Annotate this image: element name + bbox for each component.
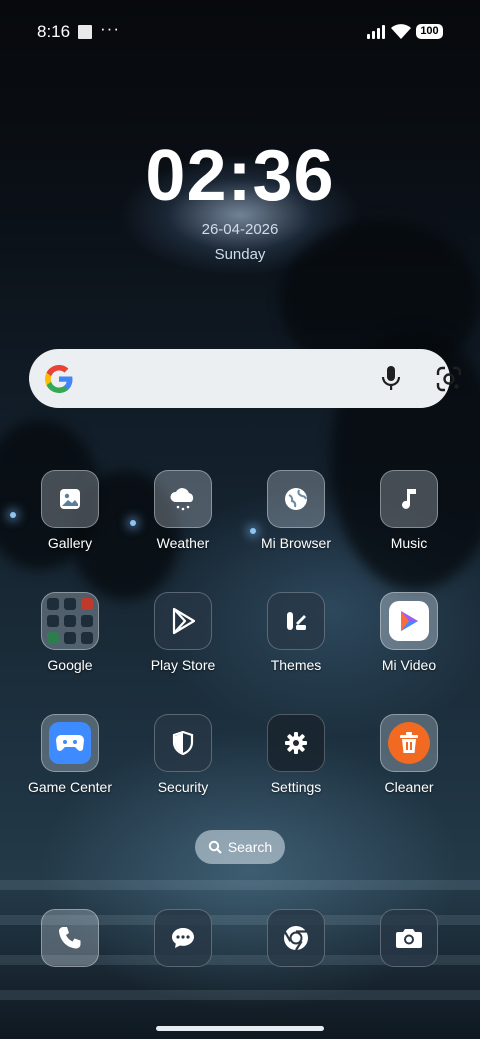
camera-icon [396, 929, 422, 948]
app-search-button[interactable]: Search [195, 830, 285, 864]
app-security[interactable]: Security [127, 714, 239, 795]
app-label: Mi Browser [260, 535, 331, 551]
app-themes[interactable]: Themes [240, 592, 352, 673]
clock-date: 26-04-2026 [201, 221, 279, 238]
app-label: Security [157, 779, 209, 795]
search-icon [208, 840, 222, 854]
globe-icon [267, 470, 325, 528]
microphone-icon[interactable] [380, 365, 402, 391]
folder-icon [41, 592, 99, 650]
gear-icon [267, 714, 325, 772]
app-label: Play Store [150, 657, 216, 673]
app-label: Themes [270, 657, 322, 673]
trash-icon [380, 714, 438, 772]
wifi-icon [391, 24, 411, 39]
notification-square-icon [78, 25, 92, 39]
music-note-icon [380, 470, 438, 528]
app-weather[interactable]: Weather [127, 470, 239, 551]
google-lens-icon[interactable] [436, 366, 462, 392]
app-play-store[interactable]: Play Store [127, 592, 239, 673]
app-settings[interactable]: Settings [240, 714, 352, 795]
status-bar: 8:16 ··· 100 [0, 0, 480, 64]
app-label: Gallery [47, 535, 93, 551]
app-music[interactable]: Music [353, 470, 465, 551]
weather-icon [154, 470, 212, 528]
app-gallery[interactable]: Gallery [14, 470, 126, 551]
google-search-bar[interactable] [29, 349, 462, 408]
home-gesture-bar[interactable] [156, 1026, 324, 1031]
dock-camera[interactable] [380, 909, 438, 967]
app-label: Game Center [27, 779, 113, 795]
app-mi-browser[interactable]: Mi Browser [240, 470, 352, 551]
gamepad-icon [41, 714, 99, 772]
app-google-folder[interactable]: Google [14, 592, 126, 673]
app-label: Weather [156, 535, 210, 551]
app-label: Mi Video [381, 657, 437, 673]
app-cleaner[interactable]: Cleaner [353, 714, 465, 795]
chrome-icon [284, 926, 308, 951]
app-label: Settings [270, 779, 322, 795]
app-mi-video[interactable]: Mi Video [353, 592, 465, 673]
messages-icon [172, 928, 194, 948]
more-notifications-icon: ··· [100, 19, 120, 38]
clock-day: Sunday [214, 246, 266, 263]
themes-icon [267, 592, 325, 650]
dock-chrome[interactable] [267, 909, 325, 967]
dock-messages[interactable] [154, 909, 212, 967]
app-label: Google [47, 657, 93, 673]
home-screen: 8:16 ··· 100 02:36 26-04-2026 Sunday Gal… [0, 0, 480, 1039]
signal-icon [367, 25, 385, 39]
gallery-icon [41, 470, 99, 528]
battery-icon: 100 [416, 24, 443, 39]
play-store-icon [154, 592, 212, 650]
dock-phone[interactable] [41, 909, 99, 967]
phone-icon [59, 927, 81, 949]
app-label: Music [390, 535, 428, 551]
clock-time[interactable]: 02:36 [0, 140, 480, 212]
app-game-center[interactable]: Game Center [14, 714, 126, 795]
shield-icon [154, 714, 212, 772]
google-logo-icon [45, 365, 73, 393]
video-play-icon [380, 592, 438, 650]
status-time: 8:16 [37, 22, 71, 41]
app-search-label: Search [227, 839, 273, 855]
app-label: Cleaner [384, 779, 434, 795]
